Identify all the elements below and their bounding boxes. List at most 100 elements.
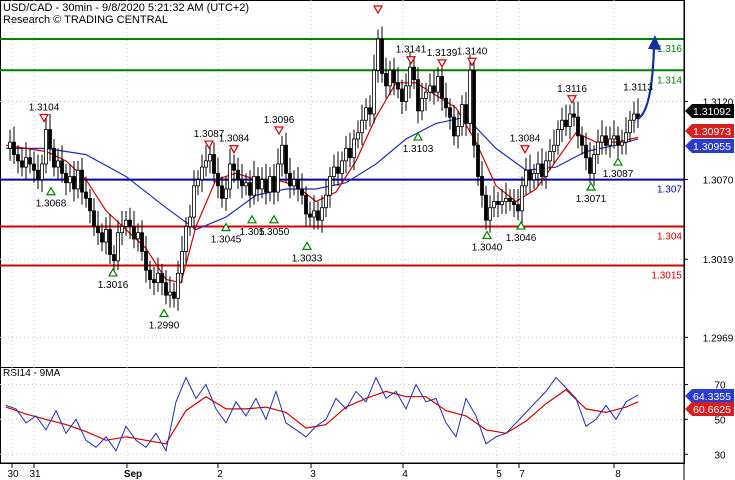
candle-body	[32, 163, 36, 171]
fast-ma-badge: 1.30973	[685, 124, 734, 138]
high-label: 1.3116	[557, 84, 587, 95]
price-series	[8, 26, 640, 311]
candle-body	[292, 179, 296, 187]
candle-body	[440, 76, 444, 99]
candle-body	[216, 172, 220, 187]
candle-body	[300, 188, 304, 196]
candle-body	[368, 107, 372, 115]
high-marker-icon	[436, 59, 448, 69]
candle-body	[52, 147, 56, 168]
candle-body	[576, 116, 580, 137]
low-marker-icon	[246, 214, 258, 224]
candle-body	[264, 179, 268, 193]
candle-body	[624, 132, 628, 143]
candle-body	[176, 272, 180, 299]
candle-body	[448, 107, 452, 118]
candle-body	[364, 107, 368, 121]
top-marker-icon	[372, 5, 384, 15]
candle-body	[580, 135, 584, 146]
candle-body	[72, 176, 76, 190]
candle-body	[56, 160, 60, 168]
candle-body	[476, 144, 480, 177]
candle-body	[84, 191, 88, 199]
candle-body	[40, 163, 44, 180]
candle-body	[528, 169, 532, 180]
candle-body	[140, 232, 144, 252]
candle-body	[416, 79, 420, 112]
low-marker-icon	[612, 156, 624, 166]
candle-body	[388, 69, 392, 87]
candle-body	[204, 160, 208, 168]
candle-body	[484, 194, 488, 221]
candle-body	[324, 194, 328, 209]
rsi-line	[5, 376, 639, 453]
candle-body	[228, 163, 232, 190]
candle-body	[128, 219, 132, 227]
candle-body	[284, 144, 288, 174]
candle-body	[20, 160, 24, 168]
candle-body	[112, 254, 116, 262]
candle-body	[488, 207, 492, 221]
candle-body	[12, 141, 16, 156]
rsi-tick-label: 50	[714, 415, 726, 426]
candle-body	[152, 279, 156, 284]
time-label: Sep	[124, 469, 142, 480]
candle-body	[356, 132, 360, 140]
candle-body	[296, 179, 300, 190]
candle-body	[504, 197, 508, 202]
low-label: 1.3103	[403, 144, 434, 155]
low-marker-icon	[158, 308, 170, 318]
rsi-value-badge-value: 64.3355	[693, 391, 731, 403]
rsi-ma-value-badge: 60.6625	[685, 402, 734, 416]
candle-body	[432, 85, 436, 93]
candle-body	[280, 144, 284, 165]
candle-body	[540, 163, 544, 177]
candle-body	[492, 201, 496, 209]
candle-body	[344, 147, 348, 162]
high-label: 1.3084	[219, 134, 250, 145]
target-label: 1.3113	[623, 82, 653, 93]
candle-body	[164, 282, 168, 296]
candle-body	[444, 97, 448, 109]
level-label: 1.314	[657, 75, 682, 86]
candle-body	[36, 169, 40, 180]
candle-body	[564, 119, 568, 127]
candle-body	[68, 176, 72, 184]
level-label: 1.304	[657, 231, 682, 242]
high-label: 1.3084	[510, 134, 541, 145]
candle-body	[608, 138, 612, 146]
candle-body	[48, 129, 52, 149]
candle-body	[548, 151, 552, 162]
current-price-badge: 1.31092	[685, 104, 734, 118]
low-label: 1.2990	[149, 321, 180, 332]
candle-body	[92, 210, 96, 227]
candle-body	[520, 185, 524, 212]
candle-body	[588, 157, 592, 174]
low-label: 1.3071	[576, 194, 607, 205]
candle-body	[132, 226, 136, 240]
low-label: 1.3046	[506, 233, 537, 244]
candle-body	[620, 141, 624, 146]
candle-body	[80, 169, 84, 193]
candle-body	[124, 219, 128, 227]
candle-body	[260, 179, 264, 190]
candle-body	[316, 210, 320, 221]
chart-canvas: 1.3161.3141.3071.3041.3015 1.31041.30681…	[0, 0, 734, 480]
candle-body	[160, 272, 164, 284]
candle-body	[404, 85, 408, 102]
candle-body	[232, 163, 236, 171]
low-label: 1.3040	[472, 242, 503, 253]
candle-body	[572, 113, 576, 118]
candle-body	[116, 232, 120, 262]
candle-body	[220, 185, 224, 199]
low-label: 1.3087	[603, 169, 634, 180]
time-label: 31	[29, 469, 41, 480]
candle-body	[196, 179, 200, 187]
candle-body	[536, 163, 540, 174]
high-label: 1.3104	[29, 102, 60, 113]
time-label: 7	[519, 469, 525, 480]
candle-body	[44, 129, 48, 165]
candle-body	[348, 147, 352, 159]
candle-body	[408, 66, 412, 87]
rsi-ma-line	[5, 388, 639, 445]
